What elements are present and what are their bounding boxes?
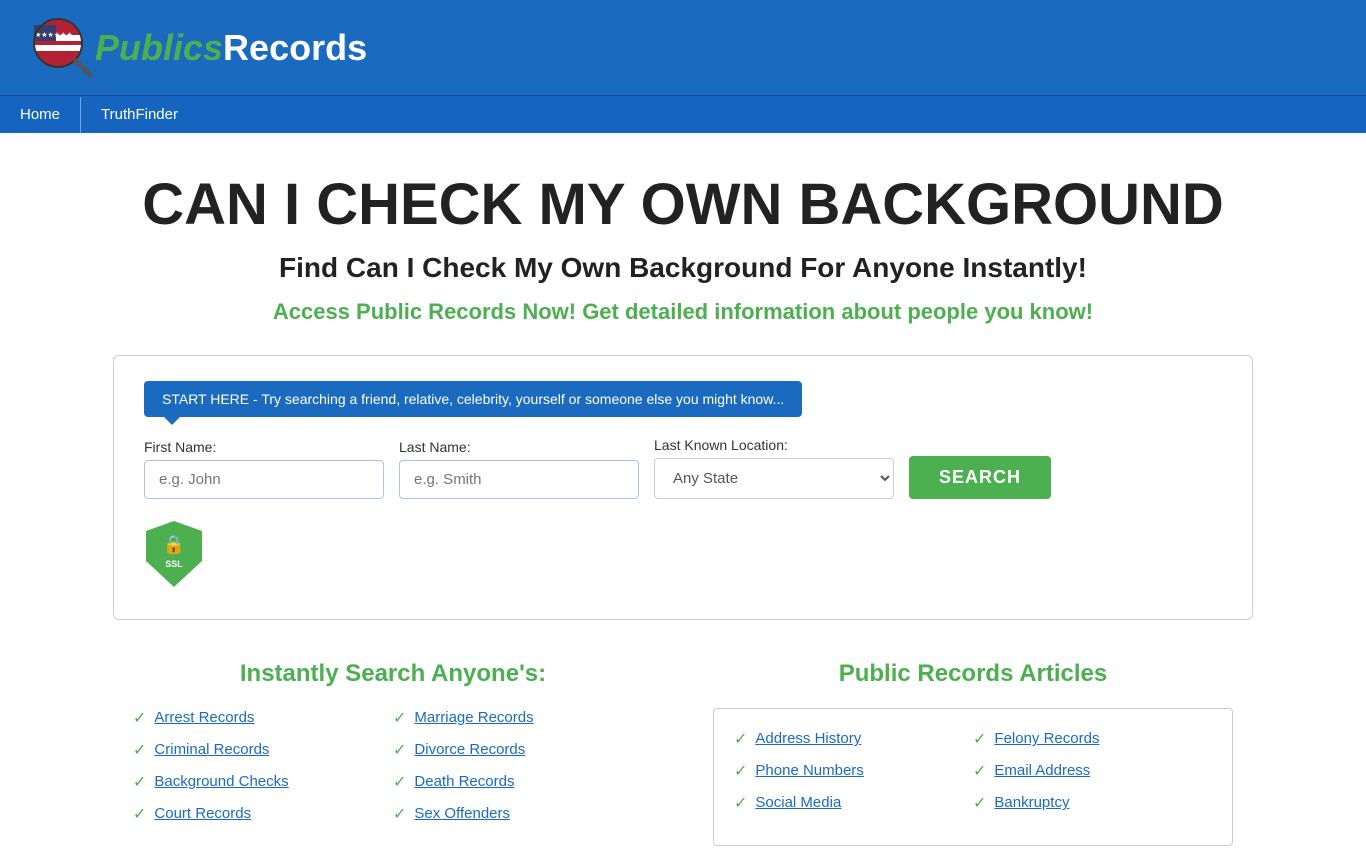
last-name-input[interactable] xyxy=(399,460,639,499)
list-item: ✓ Divorce Records xyxy=(393,740,653,760)
instantly-section: Instantly Search Anyone's: ✓ Arrest Recor… xyxy=(133,660,693,846)
record-link[interactable]: Divorce Records xyxy=(414,741,525,758)
logo: ★★★★★★ PublicsRecords xyxy=(30,15,367,80)
record-link[interactable]: Arrest Records xyxy=(154,709,254,726)
instantly-title: Instantly Search Anyone's: xyxy=(133,660,653,688)
list-item: ✓ Sex Offenders xyxy=(393,804,653,824)
checkmark-icon: ✓ xyxy=(133,804,146,824)
record-link[interactable]: Death Records xyxy=(414,773,514,790)
list-item: ✓ Address History xyxy=(734,729,973,749)
list-item: ✓ Social Media xyxy=(734,793,973,813)
cta-text: Access Public Records Now! Get detailed … xyxy=(20,299,1346,325)
nav-truthfinder[interactable]: TruthFinder xyxy=(81,96,198,133)
articles-col-2: ✓ Felony Records ✓ Email Address ✓ Bankruptcy xyxy=(973,729,1212,825)
records-col-1: ✓ Arrest Records ✓ Criminal Records ✓ Backgro… xyxy=(133,708,393,836)
first-name-label: First Name: xyxy=(144,439,384,455)
checkmark-icon: ✓ xyxy=(393,740,406,760)
checkmark-icon: ✓ xyxy=(973,793,986,813)
record-link[interactable]: Criminal Records xyxy=(154,741,269,758)
ssl-badge: 🔒 SSL xyxy=(144,519,1222,589)
logo-text: PublicsRecords xyxy=(95,27,367,69)
state-select[interactable]: Any StateAlabamaAlaskaArizonaArkansasCal… xyxy=(654,458,894,499)
svg-text:★★★★★★: ★★★★★★ xyxy=(35,31,73,39)
list-item: ✓ Background Checks xyxy=(133,772,393,792)
navigation: Home TruthFinder xyxy=(0,95,1366,133)
svg-text:🔒: 🔒 xyxy=(163,534,185,554)
article-link[interactable]: Address History xyxy=(755,730,861,747)
list-item: ✓ Phone Numbers xyxy=(734,761,973,781)
search-hint: START HERE - Try searching a friend, rel… xyxy=(144,381,802,417)
checkmark-icon: ✓ xyxy=(133,772,146,792)
search-fields: First Name: Last Name: Last Known Locati… xyxy=(144,437,1222,499)
last-name-label: Last Name: xyxy=(399,439,639,455)
list-item: ✓ Court Records xyxy=(133,804,393,824)
search-button[interactable]: SEARCH xyxy=(909,456,1051,499)
checkmark-icon: ✓ xyxy=(734,761,747,781)
checkmark-icon: ✓ xyxy=(393,772,406,792)
article-link[interactable]: Felony Records xyxy=(994,730,1099,747)
page-title: CAN I CHECK MY OWN BACKGROUND xyxy=(20,173,1346,237)
articles-col-1: ✓ Address History ✓ Phone Numbers ✓ Social Me… xyxy=(734,729,973,825)
checkmark-icon: ✓ xyxy=(133,740,146,760)
logo-publics: Publics xyxy=(95,27,223,68)
checkmark-icon: ✓ xyxy=(973,761,986,781)
last-name-group: Last Name: xyxy=(399,439,639,499)
header: ★★★★★★ PublicsRecords xyxy=(0,0,1366,95)
article-link[interactable]: Bankruptcy xyxy=(994,794,1069,811)
record-link[interactable]: Marriage Records xyxy=(414,709,533,726)
ssl-shield-icon: 🔒 SSL xyxy=(144,519,204,589)
location-group: Last Known Location: Any StateAlabamaAla… xyxy=(654,437,894,499)
logo-records: Records xyxy=(223,27,367,68)
nav-home[interactable]: Home xyxy=(0,96,80,133)
article-link[interactable]: Phone Numbers xyxy=(755,762,863,779)
logo-icon: ★★★★★★ xyxy=(30,15,95,80)
list-item: ✓ Criminal Records xyxy=(133,740,393,760)
first-name-group: First Name: xyxy=(144,439,384,499)
checkmark-icon: ✓ xyxy=(734,729,747,749)
list-item: ✓ Bankruptcy xyxy=(973,793,1212,813)
checkmark-icon: ✓ xyxy=(393,708,406,728)
articles-section: Public Records Articles ✓ Address History… xyxy=(693,660,1233,846)
record-link[interactable]: Court Records xyxy=(154,805,251,822)
article-link[interactable]: Social Media xyxy=(755,794,841,811)
articles-box: ✓ Address History ✓ Phone Numbers ✓ Social Me… xyxy=(713,708,1233,846)
record-link[interactable]: Background Checks xyxy=(154,773,288,790)
record-link[interactable]: Sex Offenders xyxy=(414,805,510,822)
list-item: ✓ Marriage Records xyxy=(393,708,653,728)
records-list: ✓ Arrest Records ✓ Criminal Records ✓ Backgro… xyxy=(133,708,653,836)
location-label: Last Known Location: xyxy=(654,437,894,453)
first-name-input[interactable] xyxy=(144,460,384,499)
main-content: CAN I CHECK MY OWN BACKGROUND Find Can I… xyxy=(0,133,1366,866)
ssl-shield: 🔒 SSL xyxy=(144,519,204,589)
checkmark-icon: ✓ xyxy=(393,804,406,824)
list-item: ✓ Arrest Records xyxy=(133,708,393,728)
svg-text:SSL: SSL xyxy=(165,559,183,569)
checkmark-icon: ✓ xyxy=(133,708,146,728)
article-link[interactable]: Email Address xyxy=(994,762,1090,779)
articles-title: Public Records Articles xyxy=(713,660,1233,688)
list-item: ✓ Email Address xyxy=(973,761,1212,781)
records-col-2: ✓ Marriage Records ✓ Divorce Records ✓ Death … xyxy=(393,708,653,836)
checkmark-icon: ✓ xyxy=(734,793,747,813)
search-box: START HERE - Try searching a friend, rel… xyxy=(113,355,1253,620)
list-item: ✓ Death Records xyxy=(393,772,653,792)
bottom-section: Instantly Search Anyone's: ✓ Arrest Recor… xyxy=(113,660,1253,846)
page-subtitle: Find Can I Check My Own Background For A… xyxy=(20,252,1346,284)
list-item: ✓ Felony Records xyxy=(973,729,1212,749)
articles-grid: ✓ Address History ✓ Phone Numbers ✓ Social Me… xyxy=(734,729,1212,825)
checkmark-icon: ✓ xyxy=(973,729,986,749)
